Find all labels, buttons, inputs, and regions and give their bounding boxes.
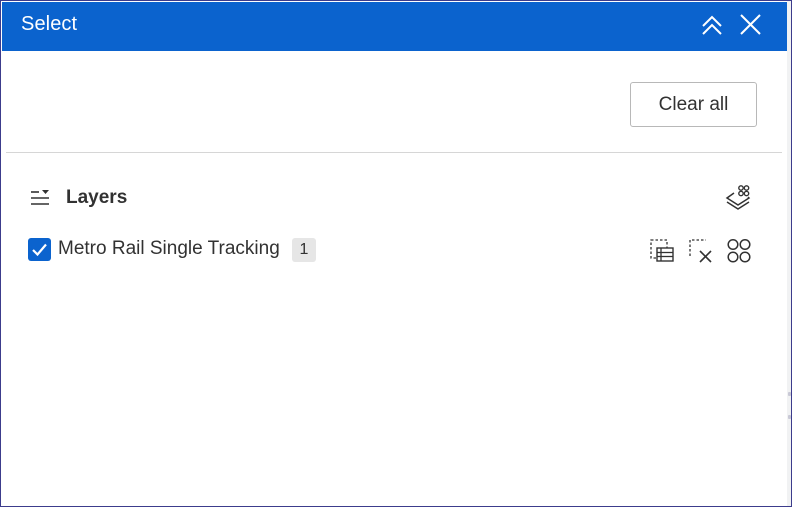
clear-all-button[interactable]: Clear all bbox=[630, 82, 757, 127]
clear-selection-button[interactable] bbox=[687, 237, 715, 265]
selection-x-icon bbox=[689, 239, 712, 263]
panel-header: Select bbox=[2, 2, 787, 51]
window-frame: Select Clear all Layers Metro Rail Singl… bbox=[0, 0, 792, 507]
background-map-mark bbox=[788, 392, 791, 396]
background-map-strip bbox=[787, 1, 791, 506]
layers-select-icon bbox=[725, 185, 751, 210]
layer-options-button[interactable] bbox=[725, 237, 753, 265]
section-divider bbox=[6, 152, 782, 153]
panel-title: Select bbox=[21, 13, 78, 35]
close-icon bbox=[740, 14, 761, 35]
view-table-button[interactable] bbox=[649, 237, 677, 265]
layer-checkbox[interactable] bbox=[28, 238, 51, 261]
table-selection-icon bbox=[650, 239, 674, 262]
chevrons-up-icon bbox=[702, 15, 722, 35]
four-circles-icon bbox=[727, 238, 751, 263]
selection-count-badge: 1 bbox=[292, 238, 316, 262]
collapse-button[interactable] bbox=[699, 12, 725, 38]
layers-list-button[interactable] bbox=[28, 186, 52, 210]
select-all-layers-button[interactable] bbox=[724, 183, 752, 211]
layers-section-title: Layers bbox=[66, 187, 128, 208]
checkmark-icon bbox=[32, 243, 47, 257]
close-button[interactable] bbox=[737, 12, 763, 38]
layer-name[interactable]: Metro Rail Single Tracking bbox=[58, 237, 280, 261]
list-filter-icon bbox=[31, 190, 49, 205]
select-panel: Select Clear all Layers Metro Rail Singl… bbox=[2, 2, 787, 506]
background-map-mark bbox=[788, 415, 791, 419]
